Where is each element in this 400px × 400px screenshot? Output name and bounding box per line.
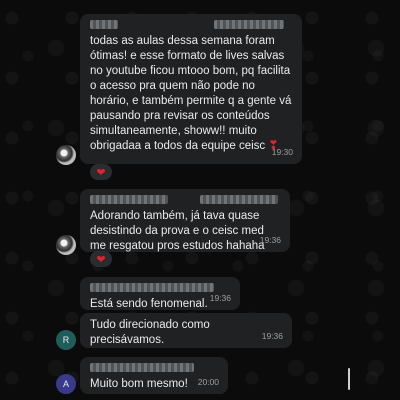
scroll-indicator[interactable] (348, 368, 350, 390)
message-timestamp: 19:36 (261, 331, 283, 341)
avatar-initial: R (62, 335, 70, 345)
message-bubble[interactable]: Está sendo fenomenal. 19:36 (80, 277, 240, 310)
reaction-heart-icon[interactable]: ❤ (90, 164, 112, 180)
message-timestamp: 19:30 (271, 147, 293, 157)
avatar[interactable]: R (56, 330, 76, 350)
message-bubble[interactable]: Adorando também, já tava quase desistind… (80, 189, 290, 252)
message-text: todas as aulas dessa semana foram ótimas… (90, 35, 295, 152)
message-timestamp: 19:36 (209, 293, 231, 303)
sender-name-redacted (90, 195, 281, 206)
avatar[interactable]: A (56, 374, 76, 394)
avatar-initial: A (62, 379, 69, 389)
message-text: Adorando também, já tava quase desistind… (90, 210, 268, 252)
message-text: Muito bom mesmo! (90, 378, 188, 390)
message-bubble[interactable]: todas as aulas dessa semana foram ótimas… (80, 14, 302, 164)
message-timestamp: 20:00 (197, 377, 219, 387)
reaction-heart-icon[interactable]: ❤ (90, 251, 112, 267)
sender-name-redacted (90, 20, 293, 31)
message-bubble[interactable]: Tudo direcionado como precisávamos. 19:3… (80, 313, 292, 348)
message-text: Tudo direcionado como precisávamos. (90, 319, 213, 346)
sender-name-redacted (90, 363, 219, 374)
message-bubble[interactable]: Muito bom mesmo! 20:00 (80, 357, 228, 394)
message-timestamp: 19:36 (259, 235, 281, 245)
avatar[interactable] (56, 145, 76, 165)
message-text: Está sendo fenomenal. (90, 298, 208, 310)
avatar[interactable] (56, 235, 76, 255)
